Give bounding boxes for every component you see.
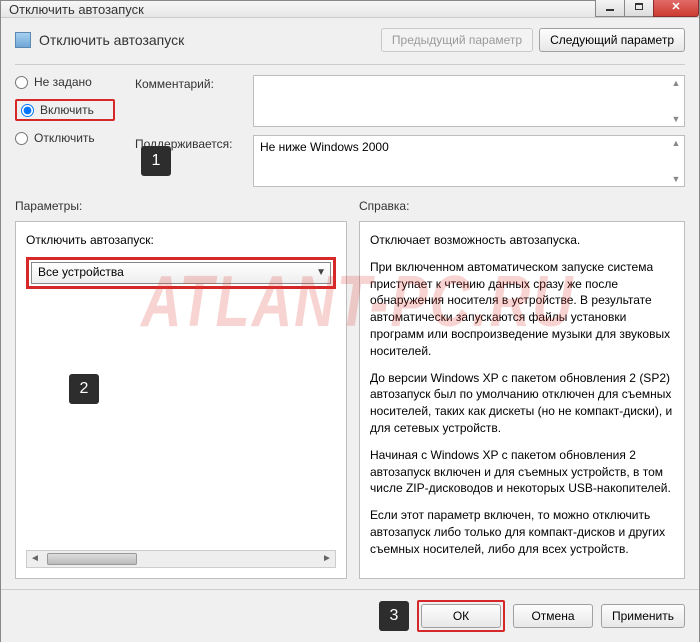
comment-scrollbar[interactable]: ▲▼ bbox=[670, 78, 682, 124]
param-field-label: Отключить автозапуск: bbox=[26, 232, 336, 249]
titlebar: Отключить автозапуск bbox=[1, 1, 699, 18]
close-button[interactable] bbox=[653, 0, 699, 17]
window-controls bbox=[596, 0, 699, 17]
supported-scrollbar[interactable]: ▲▼ bbox=[670, 138, 682, 184]
params-panel: Отключить автозапуск: Все устройства ▼ ◄… bbox=[15, 221, 347, 579]
radio-disabled-input[interactable] bbox=[15, 132, 28, 145]
scroll-right-icon[interactable]: ► bbox=[319, 552, 335, 566]
cancel-button[interactable]: Отмена bbox=[513, 604, 593, 628]
radio-enabled[interactable]: Включить bbox=[21, 103, 109, 117]
radio-not-configured-label: Не задано bbox=[34, 75, 92, 89]
help-p1: Отключает возможность автозапуска. bbox=[370, 232, 674, 249]
help-p5: Если этот параметр включен, то можно отк… bbox=[370, 507, 674, 557]
comment-field[interactable]: ▲▼ bbox=[253, 75, 685, 127]
autorun-target-dropdown[interactable]: Все устройства ▼ bbox=[31, 262, 331, 284]
window-title: Отключить автозапуск bbox=[9, 2, 596, 17]
supported-field: Не ниже Windows 2000 ▲▼ bbox=[253, 135, 685, 187]
radio-enabled-label: Включить bbox=[40, 103, 94, 117]
annotation-2: 2 bbox=[69, 374, 99, 404]
radio-disabled[interactable]: Отключить bbox=[15, 131, 115, 145]
annotation-1: 1 bbox=[141, 146, 171, 176]
supported-value: Не ниже Windows 2000 bbox=[260, 140, 389, 154]
help-p3: До версии Windows XP с пакетом обновлени… bbox=[370, 370, 674, 437]
radio-not-configured-input[interactable] bbox=[15, 76, 28, 89]
help-section-label: Справка: bbox=[359, 199, 685, 213]
page-title: Отключить автозапуск bbox=[39, 32, 184, 48]
ok-button[interactable]: ОК bbox=[421, 604, 501, 628]
divider bbox=[15, 64, 685, 65]
comment-label: Комментарий: bbox=[135, 75, 245, 91]
minimize-button[interactable] bbox=[595, 0, 625, 17]
policy-icon bbox=[15, 32, 31, 48]
params-section-label: Параметры: bbox=[15, 199, 347, 213]
params-horizontal-scrollbar[interactable]: ◄ ► bbox=[26, 550, 336, 568]
radio-not-configured[interactable]: Не задано bbox=[15, 75, 115, 89]
chevron-down-icon: ▼ bbox=[316, 266, 326, 280]
help-p2: При включенном автоматическом запуске си… bbox=[370, 259, 674, 360]
radio-enabled-input[interactable] bbox=[21, 104, 34, 117]
annotation-3: 3 bbox=[379, 601, 409, 631]
prev-setting-button[interactable]: Предыдущий параметр bbox=[381, 28, 533, 52]
apply-button[interactable]: Применить bbox=[601, 604, 685, 628]
dropdown-selected: Все устройства bbox=[38, 264, 124, 281]
scrollbar-thumb[interactable] bbox=[47, 553, 137, 565]
help-p4: Начиная с Windows XP с пакетом обновлени… bbox=[370, 447, 674, 497]
maximize-button[interactable] bbox=[624, 0, 654, 17]
scroll-left-icon[interactable]: ◄ bbox=[27, 552, 43, 566]
help-panel: Отключает возможность автозапуска. При в… bbox=[359, 221, 685, 579]
next-setting-button[interactable]: Следующий параметр bbox=[539, 28, 685, 52]
radio-disabled-label: Отключить bbox=[34, 131, 95, 145]
